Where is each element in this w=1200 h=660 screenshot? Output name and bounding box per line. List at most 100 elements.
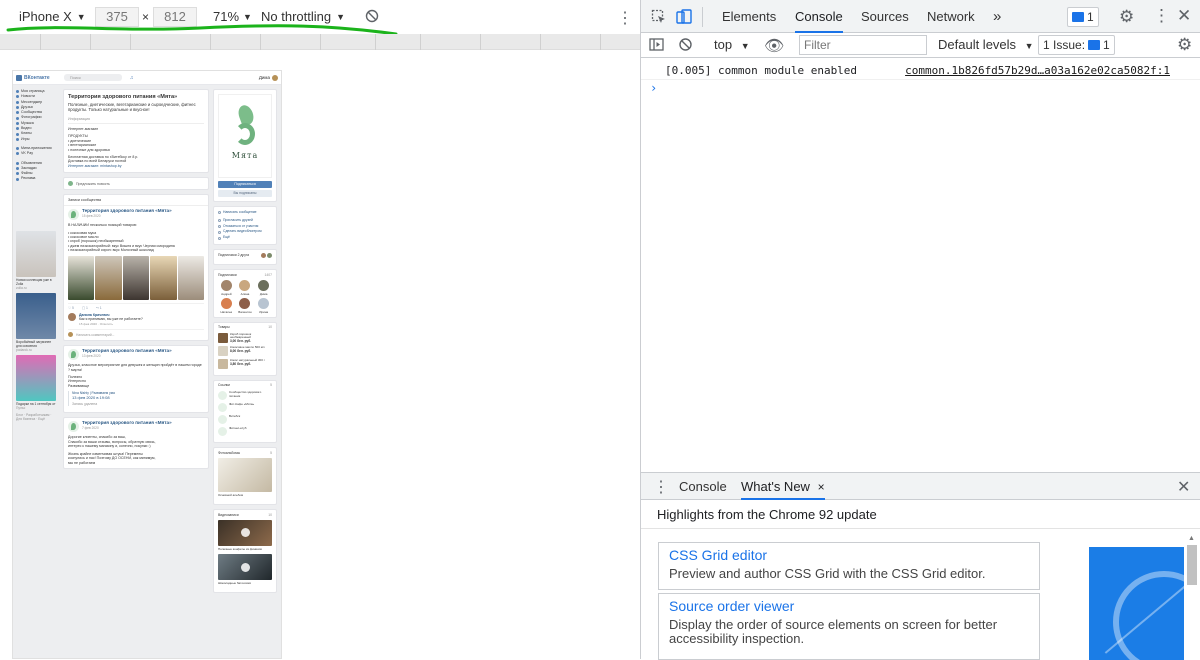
- scroll-up-icon[interactable]: ▲: [1188, 535, 1195, 542]
- feature-title[interactable]: CSS Grid editor: [669, 547, 1029, 564]
- post-author[interactable]: Территория здорового питания «Мята»: [82, 348, 172, 353]
- link-item[interactable]: Сообщество здорового питания: [218, 390, 272, 400]
- issues-counter[interactable]: 1 Issue: 1: [1038, 35, 1115, 55]
- eye-icon[interactable]: 👁: [764, 36, 784, 56]
- tab-network[interactable]: Network: [927, 0, 975, 33]
- group-logo-icon[interactable]: [68, 349, 79, 361]
- friends-block[interactable]: Подписчики 2 друга: [213, 248, 277, 265]
- close-tab-icon[interactable]: ×: [818, 480, 825, 494]
- log-source-link[interactable]: common.1b826fd57b29d…a03a162e02ca5082f:1: [905, 64, 1170, 77]
- drawer-tab-console[interactable]: Console: [679, 473, 727, 500]
- tab-elements[interactable]: Elements: [722, 0, 776, 33]
- gear-icon[interactable]: ⚙: [1119, 7, 1134, 27]
- members-block: Подписчики 1407 Андрей Алёна Дима Наталья…: [213, 268, 277, 318]
- sidebar-toggle-icon[interactable]: [649, 37, 664, 55]
- albums-header[interactable]: Фотоальбомы 5: [218, 451, 272, 455]
- member[interactable]: Наталья: [218, 297, 235, 314]
- comment: Данила Кричевич Как я принимаю, вы уже не…: [68, 313, 204, 326]
- feature-card[interactable]: Source order viewer Display the order of…: [658, 593, 1040, 660]
- share-button[interactable]: ↪ 1: [96, 306, 102, 310]
- emulated-page[interactable]: ВКонтакте Поиск ♫ Дима Моя страница Ново…: [12, 70, 282, 659]
- post-date[interactable]: 13 фев 2020: [82, 354, 172, 358]
- post-date[interactable]: 15 фев 2020: [82, 214, 172, 218]
- vk-nav-item[interactable]: Реклама: [16, 176, 56, 181]
- more-options-icon[interactable]: ⋮: [617, 8, 633, 28]
- member[interactable]: Алёна: [237, 279, 254, 296]
- subscribe-button[interactable]: Подписаться: [218, 181, 272, 188]
- filter-input[interactable]: Filter: [799, 35, 927, 55]
- vk-footer[interactable]: Блог · Разработчикам · Для бизнеса · Ещё: [16, 413, 56, 421]
- link-item[interactable]: Витебск: [218, 414, 272, 424]
- vk-user-menu[interactable]: Дима: [259, 74, 278, 81]
- goods-item[interactable]: Кэроб порошок необжаренный 3,00 бел. руб.: [218, 332, 272, 344]
- photo[interactable]: [150, 255, 177, 300]
- close-drawer-icon[interactable]: ✕: [1177, 477, 1190, 497]
- device-toolbar-icon[interactable]: [676, 9, 692, 28]
- member[interactable]: Дима: [255, 279, 272, 296]
- link-item[interactable]: Фит-Кафе «Мята»: [218, 402, 272, 412]
- drawer-menu-icon[interactable]: ⋮: [653, 477, 669, 497]
- tab-console[interactable]: Console: [795, 0, 843, 33]
- repost[interactable]: Nina Nishty | Развиваем ума 13 фев 2020 …: [68, 391, 204, 407]
- member[interactable]: Валентин: [237, 297, 254, 314]
- like-button[interactable]: ♡ 5: [68, 306, 74, 310]
- avatar[interactable]: [68, 313, 76, 321]
- ad-item[interactable]: Воробьёвый загрязнен для освоения podarok…: [16, 293, 56, 352]
- shop-link[interactable]: Интернет-магазин: mintashop.by: [68, 164, 204, 168]
- post-author[interactable]: Территория здорового питания «Мята»: [82, 208, 172, 213]
- ad-item[interactable]: Новая коллекция уже в Zolla zolla.ru: [16, 231, 56, 290]
- clear-console-icon[interactable]: [678, 37, 693, 55]
- member[interactable]: Ирина: [255, 297, 272, 314]
- vk-ads: Новая коллекция уже в Zolla zolla.ru Воро…: [16, 231, 56, 421]
- feature-card[interactable]: CSS Grid editor Preview and author CSS G…: [658, 542, 1040, 590]
- console-output[interactable]: [0.005] common module enabled common.1b8…: [641, 58, 1200, 470]
- console-prompt-icon[interactable]: ›: [650, 81, 657, 95]
- videos-header[interactable]: Видеозаписи 10: [218, 513, 272, 517]
- goods-header[interactable]: Товары 10: [218, 325, 272, 330]
- album-cover[interactable]: [218, 457, 272, 492]
- nav-icon: [16, 90, 19, 94]
- comment-button[interactable]: ▢ 1: [82, 306, 88, 310]
- log-levels-select[interactable]: Default levels ▼: [938, 37, 1034, 52]
- vk-search-input[interactable]: Поиск: [63, 74, 122, 81]
- goods-item[interactable]: Кокосовое масло 500 мл 8,00 бел. руб.: [218, 346, 272, 357]
- post-date[interactable]: 7 фев 2020: [82, 426, 172, 430]
- drawer-tab-whats-new[interactable]: What's New ×: [741, 473, 825, 500]
- video-thumb[interactable]: [218, 519, 272, 546]
- video-thumb[interactable]: [218, 554, 272, 581]
- context-select[interactable]: top ▼: [714, 37, 750, 52]
- goods-item[interactable]: Кокос натуральный 300 г 3,80 бел. руб.: [218, 359, 272, 370]
- bell-icon[interactable]: ♫: [130, 75, 134, 81]
- tab-sources[interactable]: Sources: [861, 0, 909, 33]
- console-settings-gear-icon[interactable]: ⚙: [1177, 35, 1192, 55]
- member[interactable]: Андрей: [218, 279, 235, 296]
- photo[interactable]: [68, 255, 95, 300]
- group-logo-icon[interactable]: [68, 209, 79, 221]
- issues-badge[interactable]: 1: [1067, 7, 1099, 27]
- more-tabs-icon[interactable]: »: [993, 0, 1001, 33]
- vk-logo-icon[interactable]: [16, 74, 22, 81]
- comment-input[interactable]: Написать комментарий...: [68, 329, 204, 338]
- suggest-news-bar[interactable]: Предложить новость: [63, 177, 209, 191]
- ad-item[interactable]: Подарки на 1 сентября от Пульс: [16, 355, 56, 410]
- group-avatar-card: Мята Подписаться Вы подписаны: [213, 89, 277, 202]
- rotate-icon[interactable]: [365, 9, 379, 23]
- group-avatar-image[interactable]: Мята: [218, 94, 272, 178]
- group-logo-icon[interactable]: [68, 421, 79, 433]
- media-query-ruler[interactable]: [0, 34, 640, 50]
- inspect-element-icon[interactable]: [651, 9, 667, 28]
- scrollbar-thumb[interactable]: [1187, 545, 1197, 585]
- photo[interactable]: [95, 255, 122, 300]
- drawer-scrollbar[interactable]: ▲: [1185, 533, 1199, 660]
- wall-tab[interactable]: Записи сообщества: [64, 195, 208, 207]
- photo[interactable]: [122, 255, 150, 300]
- close-icon[interactable]: ✕: [1177, 6, 1191, 26]
- more-options-icon[interactable]: ⋮: [1153, 6, 1170, 26]
- menu-item[interactable]: Ещё: [218, 235, 272, 241]
- subscribed-button[interactable]: Вы подписаны: [218, 190, 272, 197]
- photo[interactable]: [177, 255, 205, 300]
- link-item[interactable]: Фитнес-клуб: [218, 426, 272, 436]
- feature-title[interactable]: Source order viewer: [669, 598, 1029, 615]
- links-header[interactable]: Ссылки 5: [218, 384, 272, 388]
- members-header[interactable]: Подписчики 1407: [218, 273, 272, 277]
